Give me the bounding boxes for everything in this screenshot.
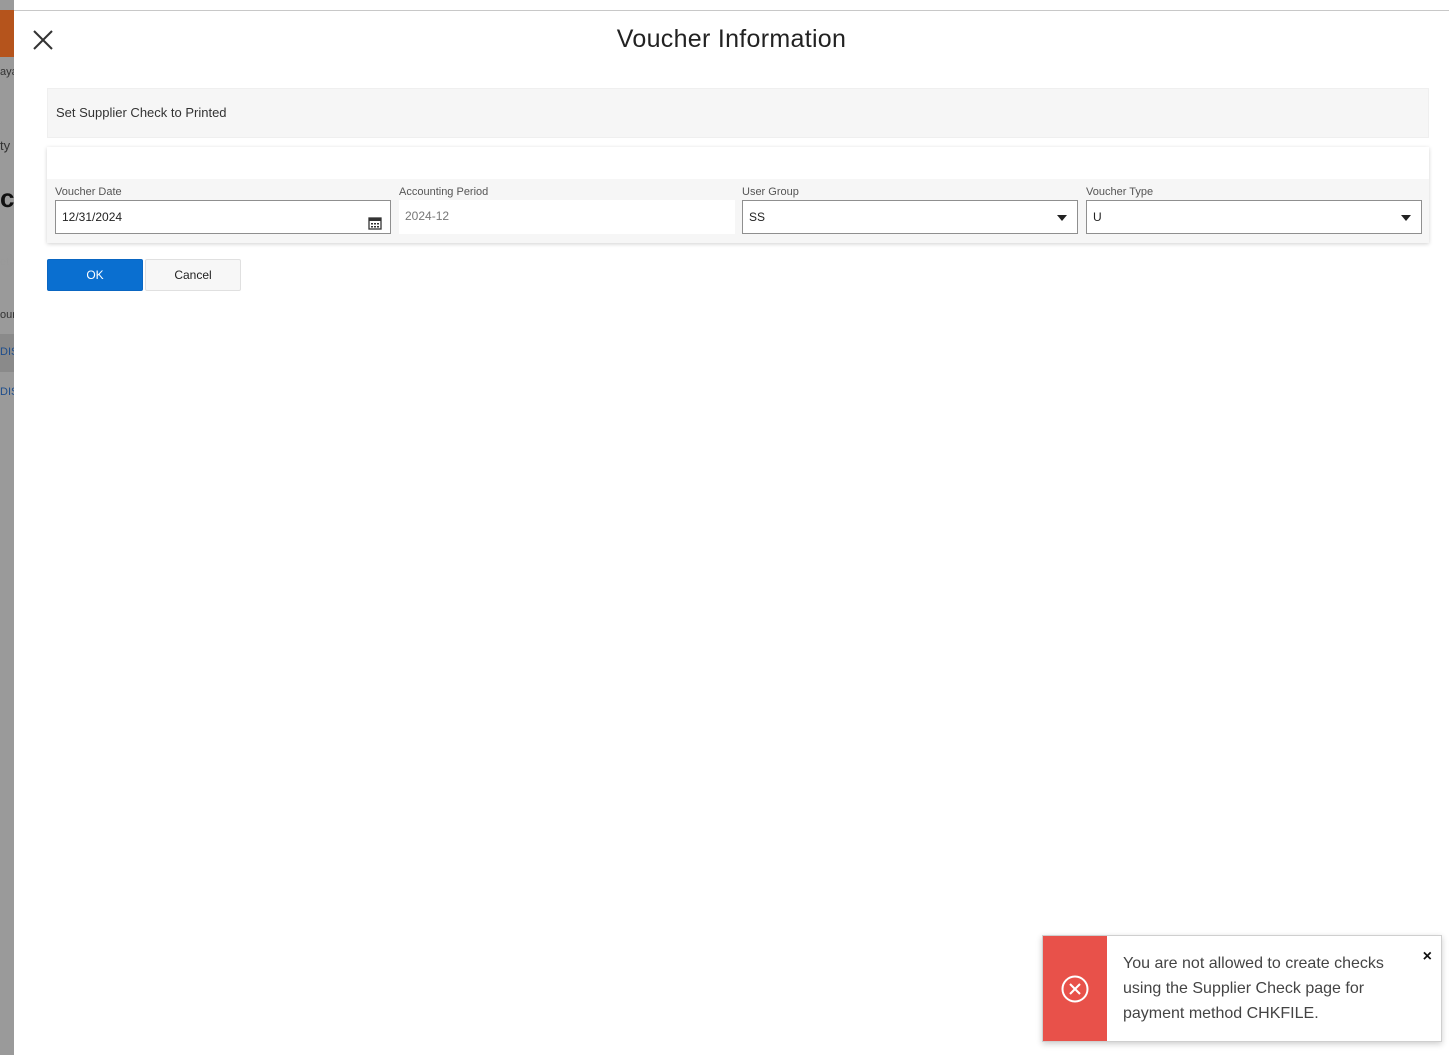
user-group-label: User Group — [742, 186, 799, 198]
voucher-type-label: Voucher Type — [1086, 186, 1154, 198]
accounting-period-label: Accounting Period — [399, 186, 489, 198]
voucher-form: Voucher Date 12/31/2024 Accounting Perio… — [47, 147, 1429, 243]
cancel-button[interactable]: Cancel — [145, 259, 241, 291]
voucher-date-value: 12/31/2024 — [62, 210, 123, 224]
user-group-field: User Group SS — [742, 184, 1078, 234]
error-toast-accent — [1043, 936, 1107, 1041]
voucher-type-value: U — [1093, 210, 1102, 224]
background-text-fragment: et S — [0, 256, 14, 268]
voucher-date-label: Voucher Date — [55, 186, 122, 198]
calendar-icon[interactable] — [368, 210, 382, 230]
accounting-period-field: Accounting Period 2024-12 — [399, 184, 735, 234]
user-group-select[interactable]: SS — [742, 200, 1078, 234]
voucher-type-field: Voucher Type U — [1086, 184, 1422, 234]
user-group-value: SS — [749, 210, 766, 224]
section-header-label: Set Supplier Check to Printed — [56, 105, 227, 120]
error-toast: You are not allowed to create checks usi… — [1042, 935, 1442, 1042]
voucher-date-field: Voucher Date 12/31/2024 — [55, 184, 391, 234]
background-heading-fragment: ck — [0, 183, 14, 213]
error-icon — [1060, 974, 1090, 1004]
modal-title: Voucher Information — [616, 25, 847, 53]
background-brand-bar — [0, 10, 14, 57]
voucher-information-modal: Voucher Information Set Supplier Check t… — [14, 11, 1449, 1055]
chevron-down-icon[interactable] — [1057, 215, 1067, 221]
background-link-fragment: DISI — [0, 346, 14, 358]
background-text-fragment: aya — [0, 66, 14, 78]
accounting-period-value: 2024-12 — [399, 200, 735, 234]
background-text-fragment: ty — [0, 138, 11, 153]
background-text-fragment: oun — [0, 309, 14, 321]
section-header: Set Supplier Check to Printed — [47, 88, 1429, 138]
chevron-down-icon[interactable] — [1401, 215, 1411, 221]
background-link-fragment: DISI — [0, 386, 14, 398]
toast-close-icon[interactable]: × — [1423, 948, 1432, 966]
background-app: aya ty ck et S oun DISI DISI — [0, 0, 14, 1055]
error-toast-message: You are not allowed to create checks usi… — [1123, 955, 1384, 1022]
voucher-type-select[interactable]: U — [1086, 200, 1422, 234]
voucher-date-input[interactable]: 12/31/2024 — [55, 200, 391, 234]
ok-button[interactable]: OK — [47, 259, 143, 291]
